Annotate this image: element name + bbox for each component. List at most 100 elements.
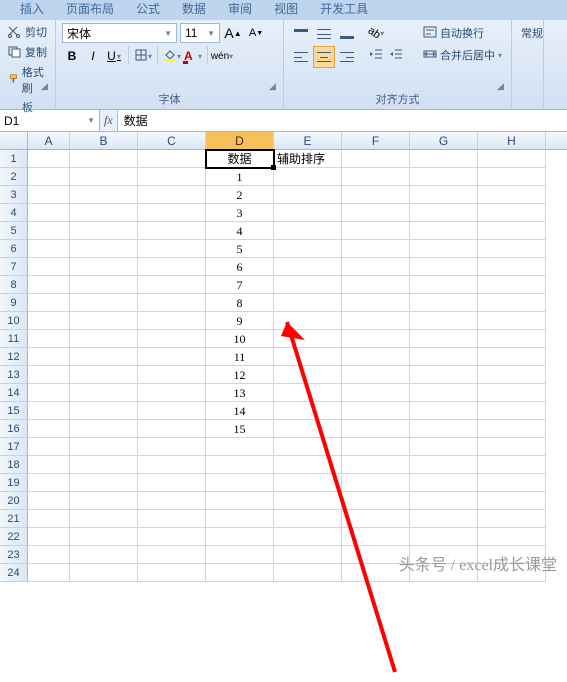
cell-D19[interactable] — [206, 474, 274, 492]
cell-D7[interactable]: 6 — [206, 258, 274, 276]
select-all-corner[interactable] — [0, 132, 28, 149]
cell-E14[interactable] — [274, 384, 342, 402]
cell-E13[interactable] — [274, 366, 342, 384]
cell-A7[interactable] — [28, 258, 70, 276]
row-header[interactable]: 9 — [0, 294, 28, 312]
row-header[interactable]: 22 — [0, 528, 28, 546]
cell-B19[interactable] — [70, 474, 138, 492]
shrink-font-button[interactable]: A▼ — [246, 23, 266, 43]
cell-A18[interactable] — [28, 456, 70, 474]
cell-A14[interactable] — [28, 384, 70, 402]
row-header[interactable]: 15 — [0, 402, 28, 420]
cell-H17[interactable] — [478, 438, 546, 456]
cell-G15[interactable] — [410, 402, 478, 420]
cut-button[interactable]: 剪切 — [6, 23, 49, 41]
cell-C24[interactable] — [138, 564, 206, 582]
cell-G2[interactable] — [410, 168, 478, 186]
row-header[interactable]: 3 — [0, 186, 28, 204]
cell-H9[interactable] — [478, 294, 546, 312]
cell-A6[interactable] — [28, 240, 70, 258]
merge-center-button[interactable]: 合并后居中▾ — [416, 45, 509, 65]
cell-D16[interactable]: 15 — [206, 420, 274, 438]
orientation-button[interactable]: ab▾ — [366, 23, 386, 43]
cell-F9[interactable] — [342, 294, 410, 312]
tab-review[interactable]: 审阅 — [218, 0, 262, 20]
cell-F24[interactable] — [342, 564, 410, 582]
row-header[interactable]: 19 — [0, 474, 28, 492]
tab-developer[interactable]: 开发工具 — [310, 0, 378, 20]
cell-H6[interactable] — [478, 240, 546, 258]
cell-E10[interactable] — [274, 312, 342, 330]
cell-H3[interactable] — [478, 186, 546, 204]
cell-D1[interactable]: 数据 — [206, 150, 274, 168]
cell-F23[interactable] — [342, 546, 410, 564]
cell-F10[interactable] — [342, 312, 410, 330]
cell-F11[interactable] — [342, 330, 410, 348]
align-center-button[interactable] — [313, 46, 335, 68]
cell-A5[interactable] — [28, 222, 70, 240]
cell-H7[interactable] — [478, 258, 546, 276]
cell-C1[interactable] — [138, 150, 206, 168]
cell-B1[interactable] — [70, 150, 138, 168]
cell-C14[interactable] — [138, 384, 206, 402]
fx-button[interactable]: fx — [104, 113, 113, 128]
cell-E16[interactable] — [274, 420, 342, 438]
cell-B12[interactable] — [70, 348, 138, 366]
cell-G3[interactable] — [410, 186, 478, 204]
cell-A10[interactable] — [28, 312, 70, 330]
cell-C7[interactable] — [138, 258, 206, 276]
cell-E3[interactable] — [274, 186, 342, 204]
align-top-button[interactable] — [290, 23, 312, 45]
cell-B7[interactable] — [70, 258, 138, 276]
cell-A21[interactable] — [28, 510, 70, 528]
cell-F6[interactable] — [342, 240, 410, 258]
cell-H18[interactable] — [478, 456, 546, 474]
cell-G16[interactable] — [410, 420, 478, 438]
cell-A2[interactable] — [28, 168, 70, 186]
cell-E11[interactable] — [274, 330, 342, 348]
cell-H1[interactable] — [478, 150, 546, 168]
bold-button[interactable]: B — [62, 46, 82, 66]
cell-E22[interactable] — [274, 528, 342, 546]
cell-F15[interactable] — [342, 402, 410, 420]
cell-H14[interactable] — [478, 384, 546, 402]
cell-G1[interactable] — [410, 150, 478, 168]
row-header[interactable]: 21 — [0, 510, 28, 528]
row-header[interactable]: 20 — [0, 492, 28, 510]
cell-H20[interactable] — [478, 492, 546, 510]
cell-E1[interactable]: 辅助排序 — [274, 150, 342, 168]
fill-color-button[interactable]: ▾ — [162, 46, 182, 66]
cell-D6[interactable]: 5 — [206, 240, 274, 258]
cell-B17[interactable] — [70, 438, 138, 456]
cell-A24[interactable] — [28, 564, 70, 582]
cell-G22[interactable] — [410, 528, 478, 546]
cell-F20[interactable] — [342, 492, 410, 510]
col-header-A[interactable]: A — [28, 132, 70, 149]
formula-input[interactable]: 数据 — [117, 110, 567, 131]
col-header-G[interactable]: G — [410, 132, 478, 149]
cell-A1[interactable] — [28, 150, 70, 168]
cell-H19[interactable] — [478, 474, 546, 492]
cell-E19[interactable] — [274, 474, 342, 492]
row-header[interactable]: 8 — [0, 276, 28, 294]
cell-G24[interactable] — [410, 564, 478, 582]
cell-E12[interactable] — [274, 348, 342, 366]
cell-D17[interactable] — [206, 438, 274, 456]
cell-G14[interactable] — [410, 384, 478, 402]
cell-G18[interactable] — [410, 456, 478, 474]
row-header[interactable]: 10 — [0, 312, 28, 330]
cell-D2[interactable]: 1 — [206, 168, 274, 186]
cell-B2[interactable] — [70, 168, 138, 186]
cell-G5[interactable] — [410, 222, 478, 240]
cell-F1[interactable] — [342, 150, 410, 168]
cell-C8[interactable] — [138, 276, 206, 294]
cell-G23[interactable] — [410, 546, 478, 564]
cell-B9[interactable] — [70, 294, 138, 312]
tab-formulas[interactable]: 公式 — [126, 0, 170, 20]
cell-C18[interactable] — [138, 456, 206, 474]
align-bottom-button[interactable] — [336, 23, 358, 45]
cell-D22[interactable] — [206, 528, 274, 546]
cell-F7[interactable] — [342, 258, 410, 276]
cell-B8[interactable] — [70, 276, 138, 294]
col-header-H[interactable]: H — [478, 132, 546, 149]
